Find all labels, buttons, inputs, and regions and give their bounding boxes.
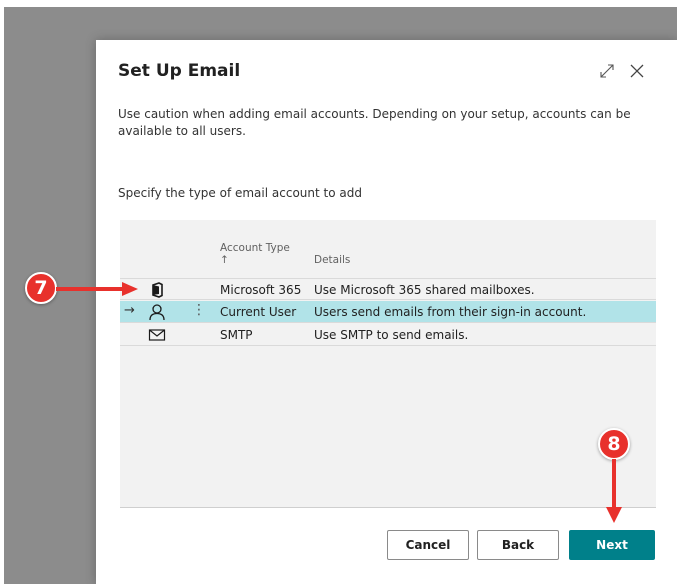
close-icon[interactable] [626,60,648,82]
microsoft-365-icon [148,281,166,299]
user-icon [148,303,166,321]
table-row-microsoft-365[interactable]: Microsoft 365 Use Microsoft 365 shared m… [120,278,656,300]
cancel-button[interactable]: Cancel [387,530,469,560]
setup-email-dialog: Set Up Email Use caution when adding ema… [96,40,677,584]
envelope-icon [148,326,166,344]
table-row-current-user[interactable]: → ⋮ Current User Users send emails from … [120,301,656,323]
expand-icon[interactable] [596,60,618,82]
column-header-account-type[interactable]: Account Type ↑ [220,242,300,266]
details-cell: Users send emails from their sign-in acc… [314,305,587,319]
caution-text: Use caution when adding email accounts. … [118,107,631,138]
next-button[interactable]: Next [569,530,655,560]
account-type-cell[interactable]: Current User [220,305,296,319]
grid-bottom-divider [120,507,656,508]
account-type-cell[interactable]: SMTP [220,328,253,342]
details-cell: Use Microsoft 365 shared mailboxes. [314,283,535,297]
step-8-arrow-icon [606,459,622,523]
row-menu-icon[interactable]: ⋮ [192,302,206,318]
step-7-badge: 7 [25,272,57,304]
step-7-arrow-icon [56,282,138,296]
step-8-badge: 8 [598,428,630,460]
back-button[interactable]: Back [477,530,559,560]
column-header-details[interactable]: Details [314,254,350,266]
selected-row-arrow-icon: → [124,303,135,318]
details-cell: Use SMTP to send emails. [314,328,469,342]
account-type-grid: Account Type ↑ Details Microsoft 365 Use… [120,220,656,508]
account-type-cell[interactable]: Microsoft 365 [220,283,301,297]
instruction-text: Specify the type of email account to add [118,186,362,200]
dialog-title: Set Up Email [118,61,241,81]
table-row-smtp[interactable]: SMTP Use SMTP to send emails. [120,324,656,346]
